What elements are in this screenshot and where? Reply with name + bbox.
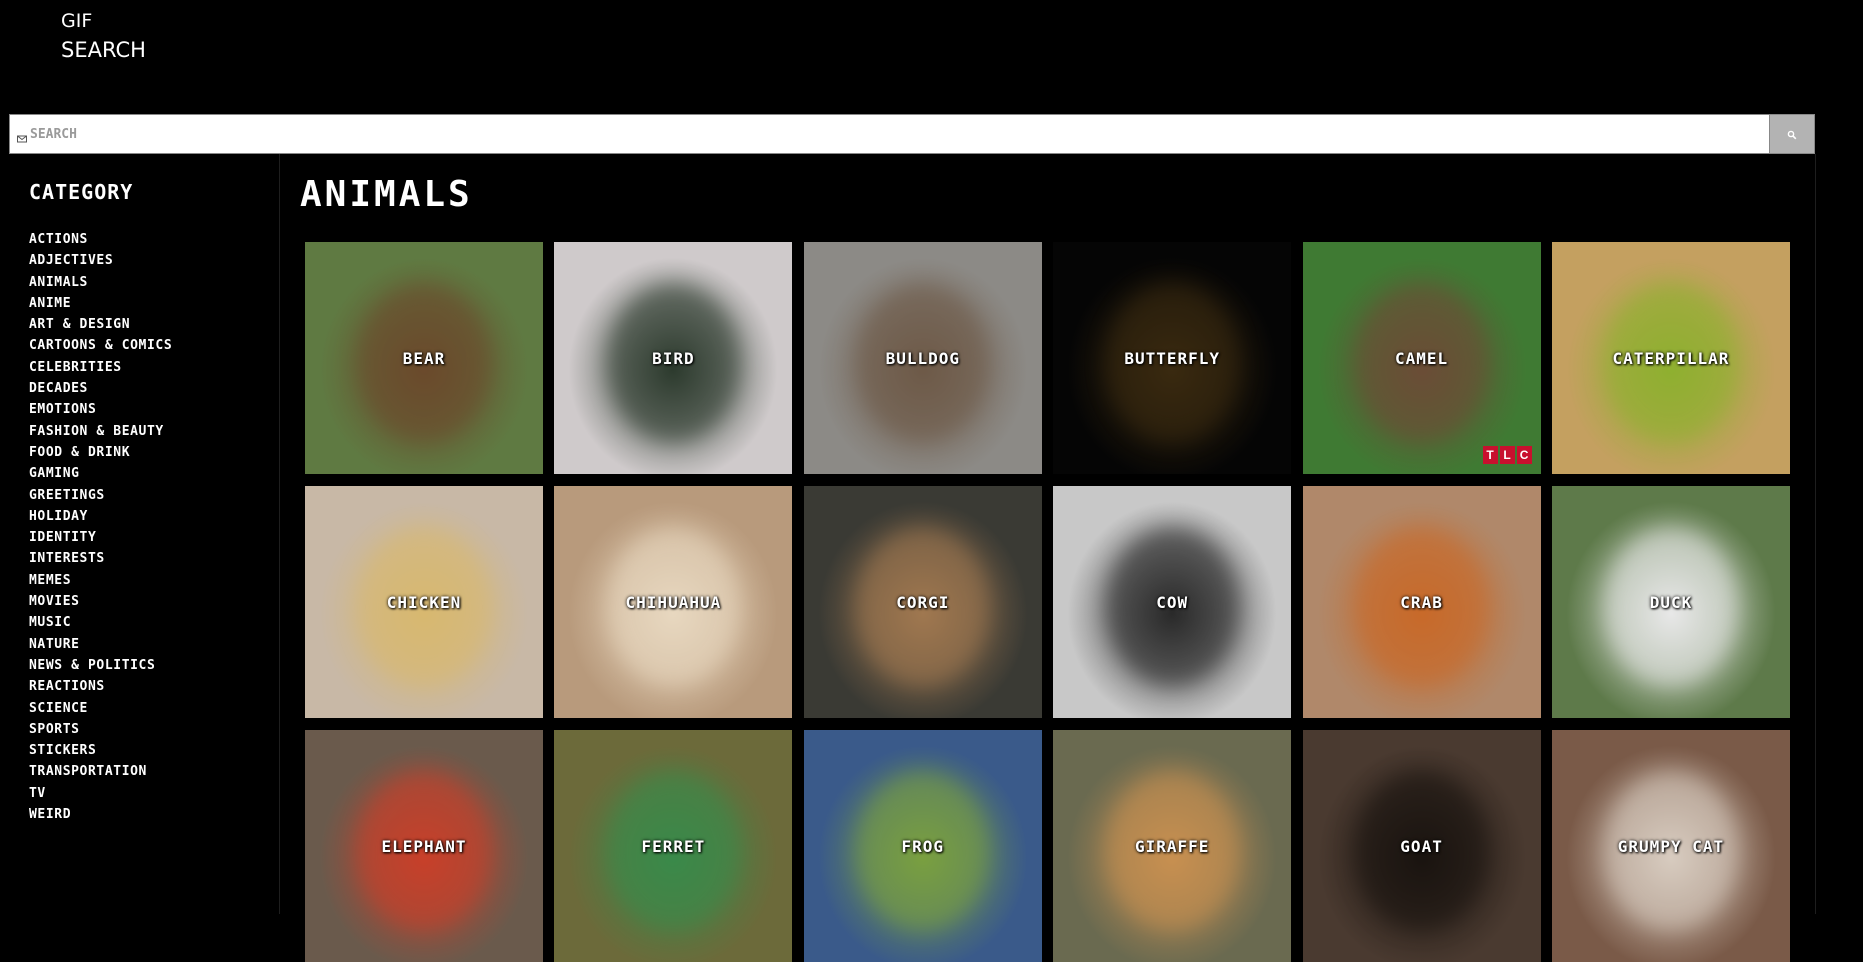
tlc-watermark-logo: TLC [1482,446,1532,464]
gif-tile[interactable]: BIRD [554,242,793,474]
category-item[interactable]: INTERESTS [29,548,259,569]
category-item[interactable]: TRANSPORTATION [29,761,259,782]
gif-tile-label: GIRAFFE [1134,836,1210,856]
gif-tile[interactable]: CHIHUAHUA [554,486,793,718]
gif-tile[interactable]: COW [1053,486,1292,718]
category-item[interactable]: FOOD & DRINK [29,442,259,463]
category-item[interactable]: CARTOONS & COMICS [29,335,259,356]
category-heading: CATEGORY [29,180,134,204]
logo-line-gif: GIF [61,10,93,32]
gif-tile-label: FERRET [641,836,706,856]
mail-icon [17,129,27,143]
category-item[interactable]: WEIRD [29,804,259,825]
search-icon [1787,125,1797,144]
category-item[interactable]: ANIME [29,293,259,314]
category-sidebar: CATEGORY ACTIONS ADJECTIVES ANIMALS ANIME AR… [29,180,259,825]
gif-tile-label: GRUMPY CAT [1617,836,1725,856]
gif-tile[interactable]: CATERPILLAR [1551,242,1790,474]
search-bar [9,114,1815,154]
category-item[interactable]: MUSIC [29,612,259,633]
category-item[interactable]: TV [29,783,259,804]
category-item[interactable]: DECADES [29,378,259,399]
gif-tile[interactable]: FERRET [554,730,793,962]
gif-tile[interactable]: BULLDOG [803,242,1042,474]
page-title: ANIMALS [300,174,473,215]
gif-tile-label: GOAT [1400,836,1443,856]
gif-tile[interactable]: GOAT [1302,730,1541,962]
site-logo[interactable]: GIF SEARCH [61,10,146,63]
category-item[interactable]: CELEBRITIES [29,357,259,378]
category-item[interactable]: ANIMALS [29,272,259,293]
tlc-watermark-letter: L [1499,446,1515,464]
gif-tile-label: DUCK [1649,592,1693,612]
gif-tile-label: BUTTERFLY [1124,348,1221,368]
category-list: ACTIONS ADJECTIVES ANIMALS ANIME ART & DESIG… [29,229,259,825]
search-input[interactable] [30,115,1769,153]
category-item[interactable]: MEMES [29,570,259,591]
gif-tile[interactable]: BUTTERFLY [1053,242,1292,474]
category-item[interactable]: SCIENCE [29,698,259,719]
category-item[interactable]: SPORTS [29,719,259,740]
gif-tile-label: FROG [901,836,945,856]
category-item[interactable]: ACTIONS [29,229,259,250]
category-item[interactable]: FASHION & BEAUTY [29,421,259,442]
gif-tile[interactable]: BEAR [305,242,543,474]
category-item[interactable]: STICKERS [29,740,259,761]
category-item[interactable]: EMOTIONS [29,399,259,420]
gif-tile-label: CATERPILLAR [1612,348,1730,368]
tlc-watermark-letter: C [1516,446,1532,464]
gif-tile[interactable]: CRAB [1302,486,1541,718]
search-button[interactable] [1769,114,1815,154]
gif-tile[interactable]: CORGI [803,486,1042,718]
gif-tile-label: CHIHUAHUA [625,592,722,612]
category-item[interactable]: REACTIONS [29,676,259,697]
gif-tile-label: CHICKEN [386,592,462,612]
category-item[interactable]: GREETINGS [29,485,259,506]
tlc-watermark-letter: T [1482,446,1498,464]
gif-tile[interactable]: CHICKEN [305,486,543,718]
category-item[interactable]: NEWS & POLITICS [29,655,259,676]
gif-tile-label: CORGI [896,592,950,612]
category-item[interactable]: MOVIES [29,591,259,612]
category-item[interactable]: IDENTITY [29,527,259,548]
gif-tile[interactable]: ELEPHANT [305,730,543,962]
category-item[interactable]: HOLIDAY [29,506,259,527]
category-item[interactable]: ADJECTIVES [29,250,259,271]
category-item[interactable]: GAMING [29,463,259,484]
gif-tile-label: COW [1156,592,1189,612]
gif-grid: BEAR BIRD BULLDOG BUTTERFLY CAMEL T L C CATERPIL… [305,242,1790,962]
gif-tile[interactable]: CAMEL T L C [1302,242,1541,474]
gif-tile-label: BULLDOG [885,348,960,368]
category-item[interactable]: ART & DESIGN [29,314,259,335]
logo-line-search: SEARCH [61,37,146,62]
gif-tile-label: CAMEL [1394,348,1449,368]
gif-tile[interactable]: GRUMPY CAT [1551,730,1790,962]
gif-tile[interactable]: GIRAFFE [1053,730,1292,962]
gif-tile-label: BIRD [652,348,695,368]
category-item[interactable]: NATURE [29,634,259,655]
gif-tile[interactable]: FROG [803,730,1042,962]
gif-tile-label: CRAB [1400,592,1443,612]
gif-tile[interactable]: DUCK [1551,486,1790,718]
gif-tile-label: BEAR [402,348,446,368]
gif-tile-label: ELEPHANT [381,836,467,856]
